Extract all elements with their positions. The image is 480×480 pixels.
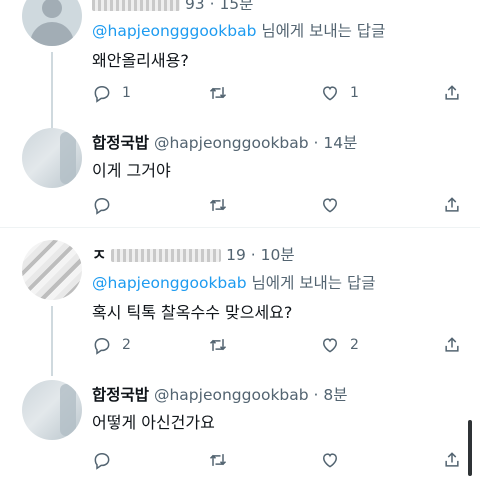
tweet-meta: 19 · 10분 (226, 246, 295, 264)
share-button[interactable] (442, 333, 462, 357)
display-name[interactable]: 합정국밥 (92, 134, 149, 152)
reply-button[interactable]: 2 (92, 333, 131, 357)
share-icon (445, 197, 459, 212)
like-count: 2 (350, 337, 359, 353)
redacted-username (92, 0, 180, 11)
display-name[interactable]: 합정국밥 (92, 386, 149, 404)
share-button[interactable] (442, 81, 462, 105)
tweet-actions: 1 1 (92, 81, 462, 105)
share-button[interactable] (442, 448, 462, 472)
tweet-text: 어떻게 아신건가요 (92, 413, 215, 432)
like-button[interactable] (320, 448, 340, 472)
avatar-image-detail (60, 132, 76, 184)
avatar[interactable] (22, 0, 82, 46)
default-avatar-body (30, 22, 74, 46)
reply-count: 2 (122, 337, 131, 353)
heart-icon (322, 86, 338, 101)
retweet-icon (209, 199, 227, 211)
tweet-text: 왜안올리새용? (92, 51, 189, 70)
avatar-image-detail (60, 384, 76, 436)
like-count: 1 (350, 85, 359, 101)
default-avatar-head (42, 0, 62, 18)
reply-icon (94, 452, 110, 470)
reply-icon (94, 337, 110, 355)
retweet-icon (209, 339, 227, 351)
tweet-4[interactable]: 합정국밥 @hapjeonggookbab · 8분 어떻게 아신건가요 (0, 364, 480, 480)
reply-button[interactable]: 1 (92, 81, 131, 105)
like-button[interactable]: 2 (320, 333, 359, 357)
avatar[interactable] (22, 128, 82, 188)
tweet-text: 이게 그거야 (92, 161, 171, 180)
share-icon (445, 85, 459, 100)
retweet-icon (209, 87, 227, 99)
tweet-header: 93 · 15분 (92, 0, 253, 14)
reply-icon (94, 85, 110, 103)
avatar[interactable] (22, 240, 82, 300)
tweet-actions: 2 2 (92, 333, 462, 357)
like-button[interactable]: 1 (320, 81, 359, 105)
like-button[interactable] (320, 193, 340, 217)
tweet-meta: 93 · 15분 (184, 0, 254, 13)
heart-icon (322, 338, 338, 353)
retweet-button[interactable] (208, 448, 228, 472)
share-icon (445, 452, 459, 467)
retweet-button[interactable] (208, 193, 228, 217)
retweet-button[interactable] (208, 333, 228, 357)
reply-button[interactable] (92, 193, 112, 217)
tweet-1[interactable]: 93 · 15분 @hapjeongggookbab 님에게 보내는 답글 왜안… (0, 0, 480, 130)
tweet-header: 합정국밥 @hapjeonggookbab · 8분 (92, 383, 348, 405)
reply-prefix: 님에게 보내는 답글 (251, 274, 376, 292)
avatar[interactable] (22, 380, 82, 440)
heart-icon (322, 453, 338, 468)
reply-icon (94, 197, 110, 215)
retweet-icon (209, 454, 227, 466)
reply-prefix: 님에게 보내는 답글 (261, 22, 386, 40)
reply-handle-link[interactable]: @hapjeonggookbab (92, 274, 247, 292)
tweet-meta: @hapjeonggookbab · 14분 (153, 134, 358, 152)
redacted-username (111, 249, 222, 262)
reply-button[interactable] (92, 448, 112, 472)
tweet-header: ㅈ 19 · 10분 (92, 243, 295, 265)
tweet-meta: @hapjeonggookbab · 8분 (153, 386, 348, 404)
reply-count: 1 (122, 85, 131, 101)
share-icon (445, 337, 459, 352)
reply-to-line: @hapjeongggookbab 님에게 보내는 답글 (92, 19, 385, 41)
reply-to-line: @hapjeonggookbab 님에게 보내는 답글 (92, 271, 375, 293)
scrollbar[interactable] (468, 420, 472, 476)
heart-icon (322, 198, 338, 213)
tweet-2[interactable]: 합정국밥 @hapjeonggookbab · 14분 이게 그거야 (0, 112, 480, 224)
tweet-text: 혹시 틱톡 찰옥수수 맞으세요? (92, 303, 293, 322)
share-button[interactable] (442, 193, 462, 217)
tweet-3[interactable]: ㅈ 19 · 10분 @hapjeonggookbab 님에게 보내는 답글 혹… (0, 228, 480, 376)
display-name[interactable]: ㅈ (92, 246, 106, 264)
tweet-actions (92, 448, 462, 472)
reply-handle-link[interactable]: @hapjeongggookbab (92, 22, 256, 40)
tweet-header: 합정국밥 @hapjeonggookbab · 14분 (92, 131, 357, 153)
tweet-actions (92, 193, 462, 217)
retweet-button[interactable] (208, 81, 228, 105)
